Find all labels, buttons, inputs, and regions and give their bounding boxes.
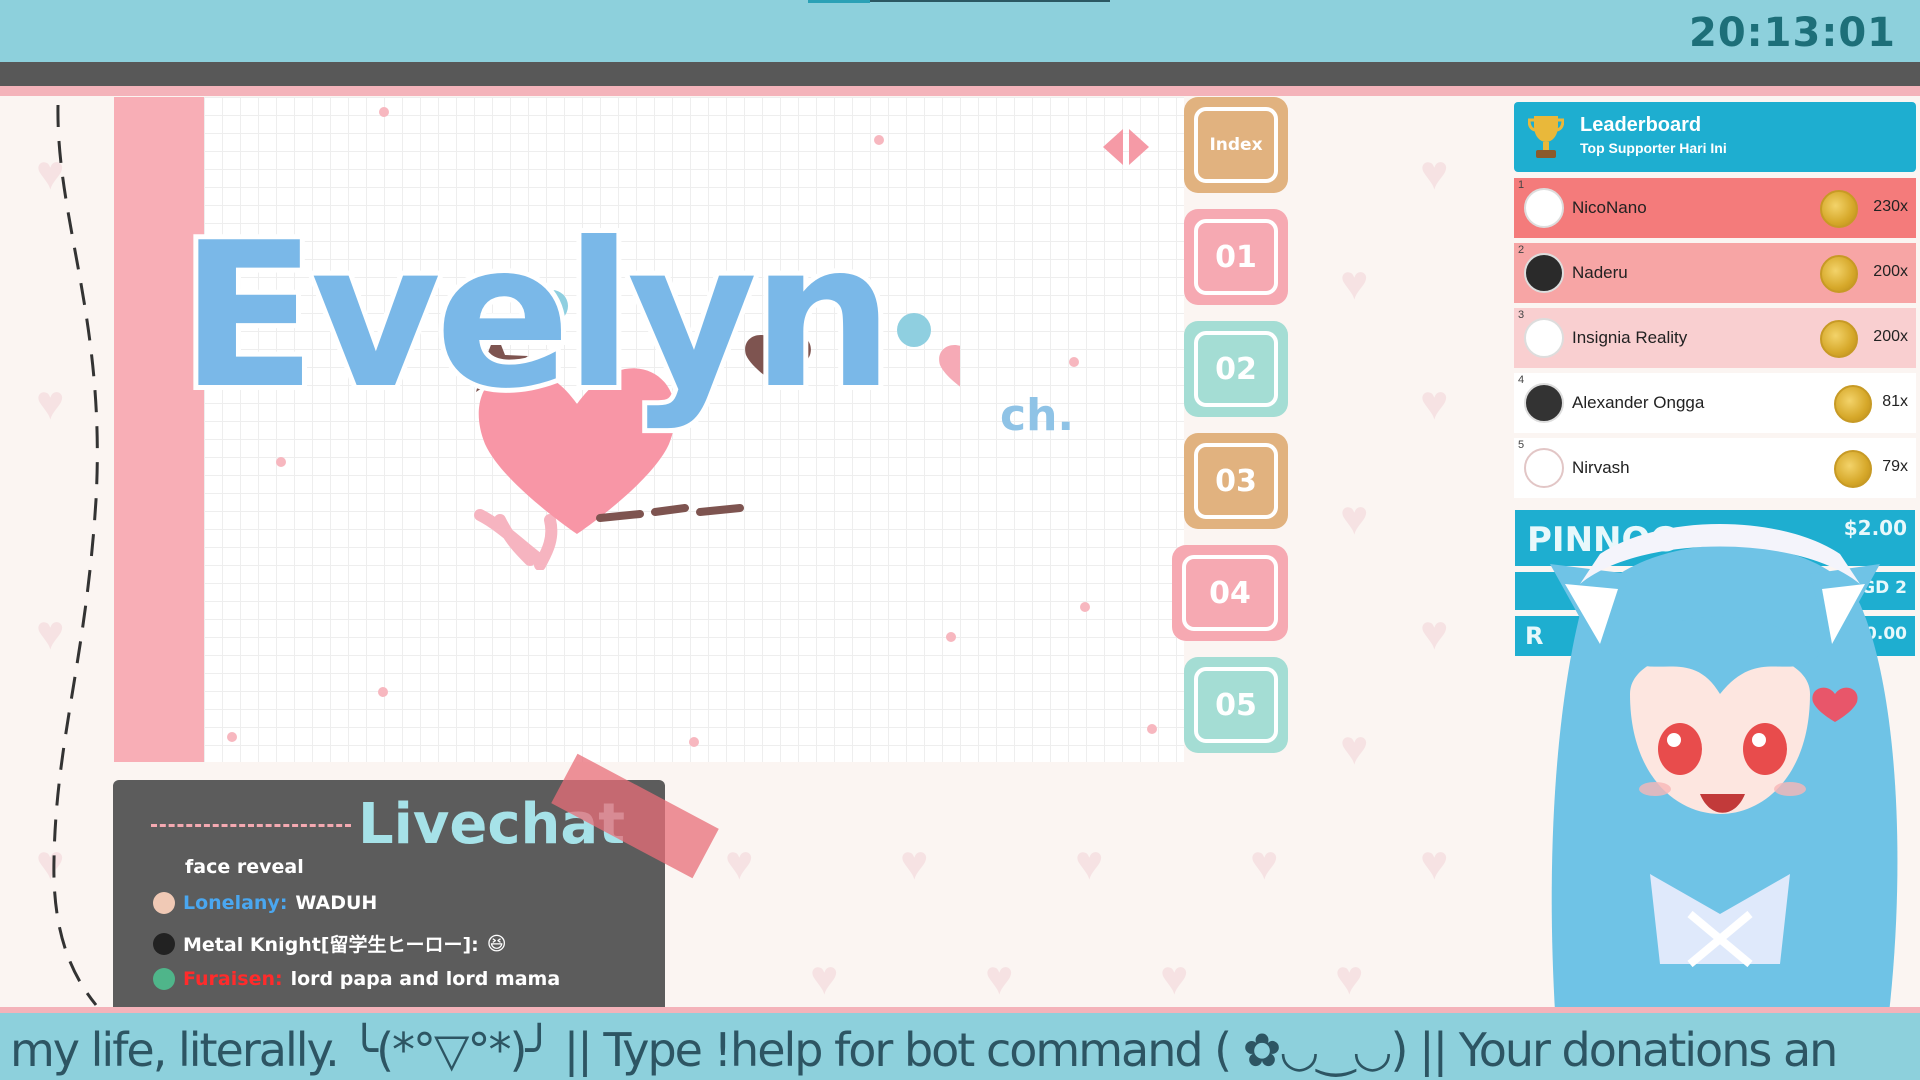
top-progress-fill (808, 0, 870, 3)
nav-arrows-icon[interactable] (1101, 127, 1151, 167)
bg-heart-icon: ♥ (725, 837, 754, 890)
tab-index[interactable]: Index (1184, 97, 1288, 193)
dashed-curve-decoration (52, 104, 99, 1006)
avatar (1524, 188, 1564, 228)
coin-icon (1820, 320, 1858, 358)
leaderboard-name: Nirvash (1572, 458, 1630, 477)
chat-avatar (153, 932, 175, 955)
chat-text: face reveal (185, 856, 304, 878)
leaderboard-count: 200x (1873, 328, 1908, 345)
ticker-bar: my life, literally. ╰(*°▽°*)╯ || Type !h… (0, 1007, 1920, 1080)
leaderboard-name: Alexander Ongga (1572, 393, 1705, 412)
avatar (1524, 253, 1564, 293)
chat-message: Metal Knight[留学生ヒーロー]: 😆 (153, 930, 507, 957)
tab-01[interactable]: 01 (1184, 209, 1288, 305)
coin-icon (1834, 385, 1872, 423)
chat-text: WADUH (295, 892, 378, 914)
bg-heart-icon: ♥ (1160, 952, 1189, 1005)
panel-dot (1080, 602, 1090, 612)
leaderboard-rank: 4 (1518, 374, 1525, 386)
chat-message: Lonelany: WADUH (153, 892, 377, 914)
panel-dot (1069, 357, 1079, 367)
bg-heart-icon: ♥ (985, 952, 1014, 1005)
bg-heart-icon: ♥ (1420, 837, 1449, 890)
avatar (1524, 383, 1564, 423)
coin-icon (1834, 450, 1872, 488)
coin-icon (1820, 190, 1858, 228)
leaderboard-name: Naderu (1572, 263, 1628, 282)
bg-heart-icon: ♥ (1340, 257, 1369, 310)
leaderboard-count: 79x (1882, 458, 1908, 475)
panel-dot (227, 732, 237, 742)
bg-heart-icon: ♥ (1420, 147, 1449, 200)
chat-avatar (153, 892, 175, 914)
trophy-icon (1528, 116, 1564, 158)
coin-icon (1820, 255, 1858, 293)
leaderboard-rank: 1 (1518, 179, 1525, 191)
leaderboard-row: 3 Insignia Reality 200x (1514, 308, 1916, 368)
chat-text: 😆 (486, 932, 507, 955)
bg-heart-icon: ♥ (1420, 607, 1449, 660)
pink-divider (0, 86, 1920, 96)
leaderboard-rank: 2 (1518, 244, 1525, 256)
tab-03-label: 03 (1194, 443, 1278, 519)
panel-dot (378, 687, 388, 697)
tab-02-label: 02 (1194, 331, 1278, 407)
chat-username: Lonelany: (183, 892, 288, 914)
avatar (1524, 318, 1564, 358)
leaderboard-subtitle: Top Supporter Hari Ini (1580, 140, 1727, 156)
clock: 20:13:01 (1689, 10, 1896, 56)
panel-dot (946, 632, 956, 642)
tab-04[interactable]: 04 (1172, 545, 1288, 641)
tab-01-label: 01 (1194, 219, 1278, 295)
top-bar (0, 0, 1920, 62)
panel-dot (689, 737, 699, 747)
bg-heart-icon: ♥ (1250, 837, 1279, 890)
tab-03[interactable]: 03 (1184, 433, 1288, 529)
dark-bar (0, 62, 1920, 86)
leaderboard-row: 1 NicoNano 230x (1514, 178, 1916, 238)
bg-heart-icon: ♥ (1420, 377, 1449, 430)
avatar (1524, 448, 1564, 488)
leaderboard-row: 5 Nirvash 79x (1514, 438, 1916, 498)
leaderboard-count: 200x (1873, 263, 1908, 280)
tab-02[interactable]: 02 (1184, 321, 1288, 417)
tab-05-label: 05 (1194, 667, 1278, 743)
logo-letters: Evelyn (175, 195, 899, 438)
bg-heart-icon: ♥ (1340, 492, 1369, 545)
vtuber-avatar (1550, 524, 1898, 1080)
leaderboard-count: 230x (1873, 198, 1908, 215)
tab-04-label: 04 (1182, 555, 1278, 631)
leaderboard-rank: 3 (1518, 309, 1525, 321)
bg-heart-icon: ♥ (1340, 722, 1369, 775)
chat-avatar (153, 968, 175, 990)
livechat-dashes (151, 824, 351, 827)
logo-text: Evelyn (175, 195, 899, 438)
leaderboard-name: Insignia Reality (1572, 328, 1688, 347)
tab-index-label: Index (1194, 107, 1278, 183)
ticker-text: my life, literally. ╰(*°▽°*)╯ || Type !h… (10, 1023, 1838, 1077)
leaderboard-row: 2 Naderu 200x (1514, 243, 1916, 303)
bg-heart-icon: ♥ (1075, 837, 1104, 890)
leaderboard-row: 4 Alexander Ongga 81x (1514, 373, 1916, 433)
leaderboard-rank: 5 (1518, 439, 1525, 451)
leaderboard-name: NicoNano (1572, 198, 1647, 217)
tab-05[interactable]: 05 (1184, 657, 1288, 753)
bg-heart-icon: ♥ (810, 952, 839, 1005)
leaderboard-title: Leaderboard (1580, 114, 1702, 136)
logo: Evelyn ch. (175, 120, 1074, 571)
panel-dot (379, 107, 389, 117)
bg-heart-icon: ♥ (1335, 952, 1364, 1005)
logo-suffix: ch. (1000, 390, 1075, 441)
chat-username: Furaisen: (183, 968, 283, 990)
panel-dot (1147, 724, 1157, 734)
chat-message: Furaisen: lord papa and lord mama (153, 968, 560, 990)
leaderboard-header: Leaderboard Top Supporter Hari Ini (1514, 102, 1916, 172)
chat-username: Metal Knight[留学生ヒーロー]: (183, 934, 479, 956)
bg-heart-icon: ♥ (900, 837, 929, 890)
chat-message: face reveal (185, 856, 304, 878)
leaderboard-count: 81x (1882, 393, 1908, 410)
chat-text: lord papa and lord mama (290, 968, 561, 990)
